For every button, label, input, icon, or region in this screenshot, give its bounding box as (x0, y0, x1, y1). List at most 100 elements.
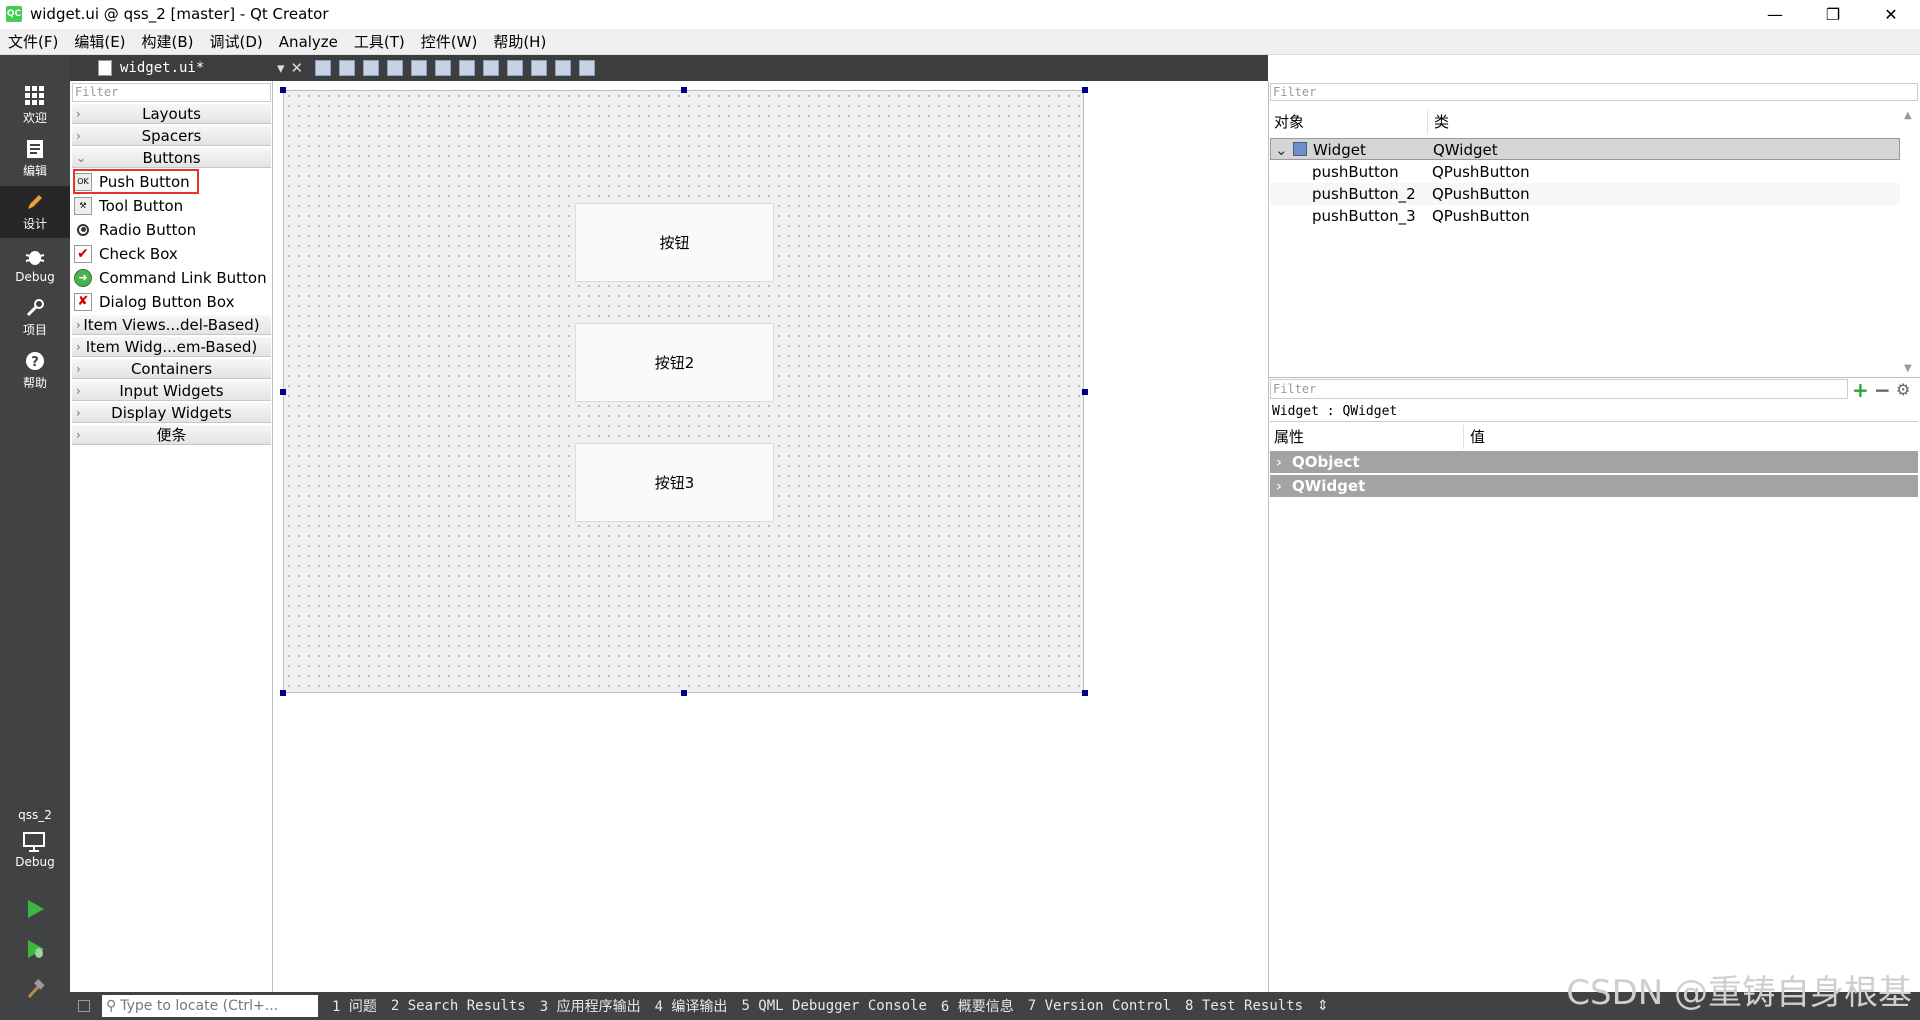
form-push-button-3[interactable]: 按钮3 (575, 443, 774, 522)
category-item-views[interactable]: › Item Views...del-Based) (72, 315, 271, 335)
scroll-down-icon[interactable]: ▼ (1904, 363, 1912, 374)
restore-button[interactable]: ❐ (1804, 0, 1862, 28)
tab-version-control[interactable]: 7 Version Control (1028, 998, 1171, 1014)
category-spacers[interactable]: › Spacers (72, 126, 271, 146)
more-tabs-icon[interactable]: ⇕ (1317, 998, 1329, 1014)
property-group-qobject[interactable]: › QObject (1270, 451, 1918, 473)
object-row-pushbutton-2[interactable]: pushButton_2 QPushButton (1270, 183, 1900, 205)
tab-test-results[interactable]: 8 Test Results (1185, 998, 1303, 1014)
column-header-class[interactable]: 类 (1430, 110, 1900, 134)
widget-tool-button[interactable]: ⚒ Tool Button (74, 194, 269, 217)
resize-handle-bottom-right[interactable] (1082, 690, 1088, 696)
svg-text:?: ? (31, 355, 39, 370)
object-filter-input[interactable]: Filter (1270, 83, 1918, 101)
resize-handle-left[interactable] (280, 389, 286, 395)
resize-handle-bottom-left[interactable] (280, 690, 286, 696)
object-inspector-scrollbar[interactable]: ▲ ▼ (1900, 110, 1918, 374)
qt-creator-logo-icon: QC (6, 6, 22, 22)
close-button[interactable]: ✕ (1862, 0, 1920, 28)
column-header-object[interactable]: 对象 (1270, 110, 1428, 134)
debug-run-button[interactable] (0, 930, 70, 970)
add-property-icon[interactable]: + (1852, 378, 1869, 402)
resize-handle-bottom[interactable] (681, 690, 687, 696)
column-header-value[interactable]: 值 (1466, 425, 1918, 449)
category-containers[interactable]: › Containers (72, 359, 271, 379)
widget-command-link-button[interactable]: ➜ Command Link Button (74, 266, 269, 289)
menu-build[interactable]: 构建(B) (134, 31, 202, 52)
object-row-widget[interactable]: ⌄ Widget QWidget (1270, 138, 1900, 160)
resize-handle-top-right[interactable] (1082, 87, 1088, 93)
minimize-button[interactable]: — (1746, 0, 1804, 28)
menu-analyze[interactable]: Analyze (271, 33, 346, 51)
category-item-widgets[interactable]: › Item Widg...em-Based) (72, 337, 271, 357)
widget-filter-input[interactable]: Filter (72, 83, 271, 102)
column-header-property[interactable]: 属性 (1270, 425, 1464, 449)
run-button[interactable] (0, 890, 70, 930)
layout-horizontal-icon[interactable] (411, 60, 428, 76)
kit-selector[interactable]: Debug (0, 825, 70, 875)
toggle-sidebar-icon[interactable] (78, 1000, 90, 1012)
category-scratchpad[interactable]: › 便条 (72, 425, 271, 445)
category-item-views-label: Item Views...del-Based) (83, 316, 260, 334)
property-group-qwidget[interactable]: › QWidget (1270, 475, 1918, 497)
form-push-button-2[interactable]: 按钮2 (575, 323, 774, 402)
menu-debug[interactable]: 调试(D) (202, 31, 271, 52)
category-display-widgets[interactable]: › Display Widgets (72, 403, 271, 423)
category-buttons[interactable]: ⌄ Buttons (72, 148, 271, 168)
tab-compile-output[interactable]: 4 编译输出 (655, 996, 728, 1016)
category-input-widgets[interactable]: › Input Widgets (72, 381, 271, 401)
tab-application-output[interactable]: 3 应用程序输出 (540, 996, 641, 1016)
document-tab-label: widget.ui* (120, 60, 205, 76)
splitter-vertical-icon[interactable] (483, 60, 500, 76)
widget-push-button-label: Push Button (99, 172, 190, 191)
resize-handle-top[interactable] (681, 87, 687, 93)
property-filter-input[interactable]: Filter (1270, 379, 1848, 399)
menu-bar: 文件(F) 编辑(E) 构建(B) 调试(D) Analyze 工具(T) 控件… (0, 29, 1920, 55)
menu-file[interactable]: 文件(F) (0, 31, 66, 52)
tab-qml-debugger-console[interactable]: 5 QML Debugger Console (741, 998, 926, 1014)
tab-general-messages[interactable]: 6 概要信息 (941, 996, 1014, 1016)
mode-edit[interactable]: 编辑 (0, 133, 70, 185)
menu-edit[interactable]: 编辑(E) (66, 31, 133, 52)
tab-search-results[interactable]: 2 Search Results (391, 998, 526, 1014)
mode-edit-label: 编辑 (22, 164, 47, 178)
menu-tools[interactable]: 工具(T) (346, 31, 413, 52)
widget-dialog-button-box[interactable]: ✘ Dialog Button Box (74, 290, 269, 313)
menu-help[interactable]: 帮助(H) (485, 31, 554, 52)
edit-tab-order-icon[interactable] (387, 60, 404, 76)
widget-push-button[interactable]: OK Push Button (73, 169, 199, 194)
menu-controls[interactable]: 控件(W) (413, 31, 486, 52)
category-layouts[interactable]: › Layouts (72, 104, 271, 124)
chevron-right-icon: › (1276, 453, 1282, 471)
form-widget[interactable]: 按钮 按钮2 按钮3 (283, 90, 1084, 693)
chevron-right-icon: › (76, 107, 81, 121)
edit-buddies-icon[interactable] (363, 60, 380, 76)
layout-grid-icon[interactable] (531, 60, 548, 76)
form-push-button-1[interactable]: 按钮 (575, 203, 774, 282)
object-row-pushbutton[interactable]: pushButton QPushButton (1270, 161, 1900, 183)
widget-check-box-label: Check Box (99, 244, 178, 263)
scroll-up-icon[interactable]: ▲ (1904, 110, 1912, 121)
document-tab[interactable]: widget.ui* (70, 55, 348, 81)
adjust-size-icon[interactable] (579, 60, 596, 76)
configure-wrench-icon[interactable]: ⚙ (1896, 380, 1910, 399)
resize-handle-top-left[interactable] (280, 87, 286, 93)
mode-design-label: 设计 (22, 217, 47, 231)
widget-check-box[interactable]: ✔ Check Box (74, 242, 269, 265)
remove-property-icon[interactable]: − (1874, 378, 1891, 402)
layout-vertical-icon[interactable] (435, 60, 452, 76)
build-button[interactable] (0, 970, 70, 1010)
splitter-horizontal-icon[interactable] (459, 60, 476, 76)
mode-welcome[interactable]: 欢迎 (0, 80, 70, 132)
mode-projects[interactable]: 项目 (0, 292, 70, 344)
mode-debug[interactable]: Debug (0, 239, 70, 291)
mode-design[interactable]: 设计 (0, 186, 70, 238)
tab-issues[interactable]: 1 问题 (332, 996, 377, 1016)
object-row-pushbutton-3[interactable]: pushButton_3 QPushButton (1270, 205, 1900, 227)
locator-input[interactable]: ⚲ Type to locate (Ctrl+... (102, 995, 318, 1017)
break-layout-icon[interactable] (555, 60, 572, 76)
resize-handle-right[interactable] (1082, 389, 1088, 395)
mode-help[interactable]: ? 帮助 (0, 345, 70, 397)
layout-form-icon[interactable] (507, 60, 524, 76)
widget-radio-button[interactable]: Radio Button (74, 218, 269, 241)
